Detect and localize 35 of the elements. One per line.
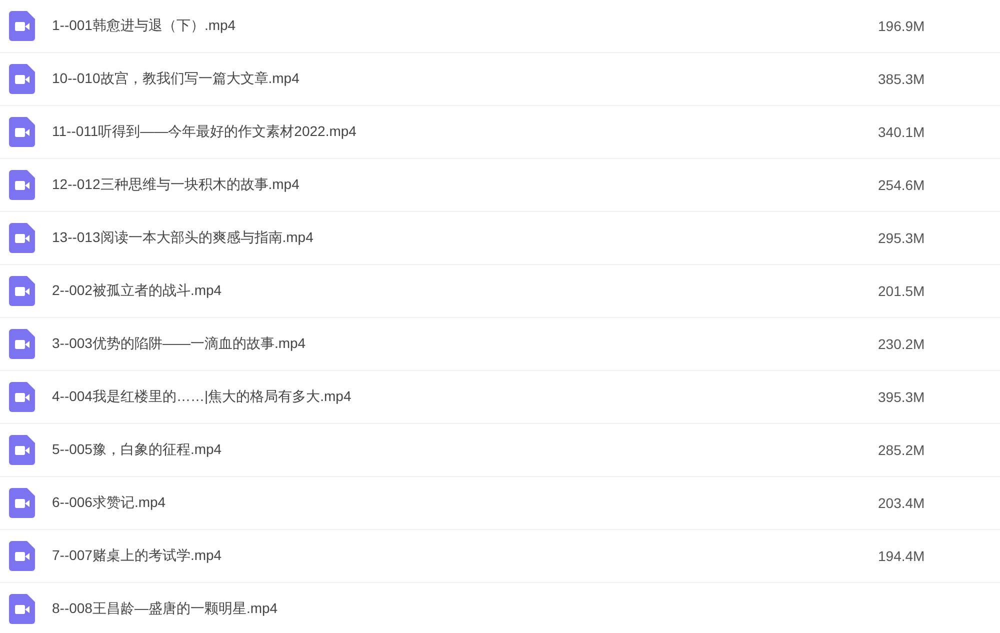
file-name[interactable]: 5--005豫，白象的征程.mp4 [52, 441, 872, 459]
file-name[interactable]: 3--003优势的陷阱——一滴血的故事.mp4 [52, 335, 872, 353]
file-size: 194.4M [878, 548, 925, 564]
file-name[interactable]: 4--004我是红楼里的……|焦大的格局有多大.mp4 [52, 388, 872, 406]
file-name[interactable]: 2--002被孤立者的战斗.mp4 [52, 282, 872, 300]
file-name[interactable]: 6--006求赞记.mp4 [52, 494, 872, 512]
video-file-icon [9, 276, 35, 306]
video-file-icon [9, 117, 35, 147]
file-name[interactable]: 10--010故宫，教我们写一篇大文章.mp4 [52, 70, 872, 88]
video-file-icon [9, 329, 35, 359]
file-size: 295.3M [878, 230, 925, 246]
file-size: 201.5M [878, 283, 925, 299]
file-size: 254.6M [878, 177, 925, 193]
file-size: 203.4M [878, 495, 925, 511]
file-size: 395.3M [878, 389, 925, 405]
file-name[interactable]: 12--012三种思维与一块积木的故事.mp4 [52, 176, 872, 194]
video-file-icon [9, 488, 35, 518]
file-name[interactable]: 8--008王昌龄—盛唐的一颗明星.mp4 [52, 600, 872, 618]
file-size: 230.2M [878, 336, 925, 352]
video-file-icon [9, 594, 35, 624]
file-name[interactable]: 1--001韩愈进与退（下）.mp4 [52, 17, 872, 35]
file-name[interactable]: 11--011听得到——今年最好的作文素材2022.mp4 [52, 123, 872, 141]
video-file-icon [9, 170, 35, 200]
video-file-icon [9, 64, 35, 94]
video-file-icon [9, 223, 35, 253]
file-size: 340.1M [878, 124, 925, 140]
file-size: 196.9M [878, 18, 925, 34]
video-file-icon [9, 11, 35, 41]
file-size: 285.2M [878, 442, 925, 458]
file-name[interactable]: 13--013阅读一本大部头的爽感与指南.mp4 [52, 229, 872, 247]
video-file-icon [9, 382, 35, 412]
file-name[interactable]: 7--007赌桌上的考试学.mp4 [52, 547, 872, 565]
video-file-icon [9, 541, 35, 571]
video-file-icon [9, 435, 35, 465]
file-size: 385.3M [878, 71, 925, 87]
